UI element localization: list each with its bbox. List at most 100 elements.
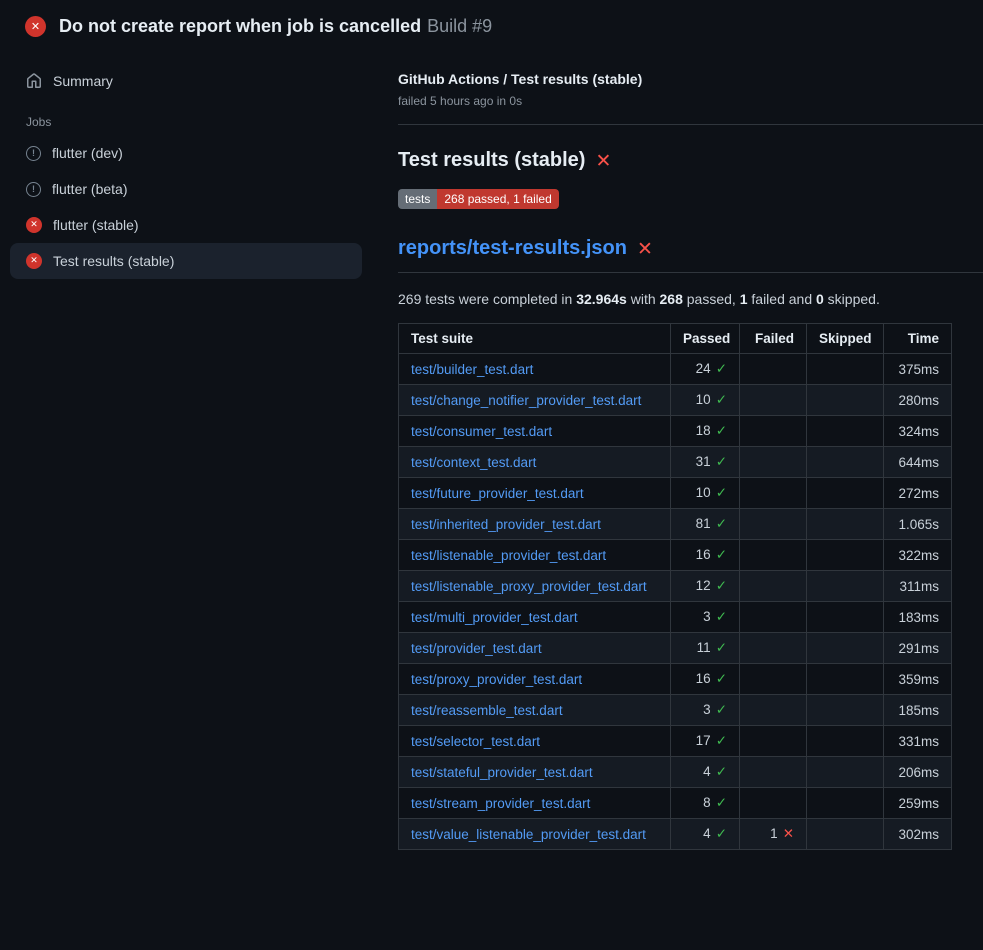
check-icon: ✓: [716, 826, 727, 842]
col-header-test-suite: Test suite: [399, 324, 671, 354]
tests-status-badge: tests 268 passed, 1 failed: [398, 189, 559, 209]
col-header-passed: Passed: [671, 324, 740, 354]
test-suite-link[interactable]: test/future_provider_test.dart: [411, 486, 584, 501]
suite-cell: test/listenable_proxy_provider_test.dart: [399, 571, 671, 602]
section-title: Test results (stable): [398, 149, 585, 172]
skipped-cell: [807, 695, 884, 726]
summary-segment: 268: [660, 291, 683, 307]
test-suite-link[interactable]: test/listenable_proxy_provider_test.dart: [411, 579, 647, 594]
failed-cell: [740, 695, 807, 726]
suite-cell: test/provider_test.dart: [399, 633, 671, 664]
passed-cell: 12✓: [671, 571, 740, 602]
test-suite-link[interactable]: test/builder_test.dart: [411, 362, 533, 377]
results-table-body: test/builder_test.dart24✓375mstest/chang…: [399, 354, 952, 850]
summary-segment: 1: [740, 291, 748, 307]
passed-cell: 10✓: [671, 385, 740, 416]
suite-cell: test/multi_provider_test.dart: [399, 602, 671, 633]
passed-cell: 16✓: [671, 664, 740, 695]
neutral-status-icon: !: [26, 146, 41, 161]
test-suite-link[interactable]: test/stateful_provider_test.dart: [411, 765, 593, 780]
test-suite-link[interactable]: test/provider_test.dart: [411, 641, 542, 656]
failed-cell: [740, 354, 807, 385]
test-suite-link[interactable]: test/reassemble_test.dart: [411, 703, 563, 718]
test-suite-link[interactable]: test/value_listenable_provider_test.dart: [411, 827, 646, 842]
table-row: test/stream_provider_test.dart8✓259ms: [399, 788, 952, 819]
time-cell: 302ms: [884, 819, 952, 850]
passed-cell: 18✓: [671, 416, 740, 447]
test-suite-link[interactable]: test/multi_provider_test.dart: [411, 610, 578, 625]
sidebar-item-test-results-stable[interactable]: ✕ Test results (stable): [10, 243, 362, 279]
table-row: test/stateful_provider_test.dart4✓206ms: [399, 757, 952, 788]
passed-cell: 24✓: [671, 354, 740, 385]
test-suite-link[interactable]: test/context_test.dart: [411, 455, 536, 470]
test-suite-link[interactable]: test/change_notifier_provider_test.dart: [411, 393, 641, 408]
test-suite-link[interactable]: test/consumer_test.dart: [411, 424, 552, 439]
passed-cell: 11✓: [671, 633, 740, 664]
failed-cell: [740, 571, 807, 602]
check-icon: ✓: [716, 454, 727, 470]
table-row: test/context_test.dart31✓644ms: [399, 447, 952, 478]
table-row: test/provider_test.dart 11✓ 291ms: [399, 633, 952, 664]
passed-count: 81: [696, 516, 711, 531]
sidebar-item-flutter-stable[interactable]: ✕ flutter (stable): [10, 207, 362, 243]
test-suite-link[interactable]: test/stream_provider_test.dart: [411, 796, 590, 811]
check-icon: ✓: [716, 702, 727, 718]
check-icon: ✓: [716, 392, 727, 408]
report-heading: reports/test-results.json ✕: [398, 237, 983, 273]
passed-cell: 4✓: [671, 819, 740, 850]
report-file-link[interactable]: reports/test-results.json: [398, 237, 627, 260]
passed-count: 8: [703, 795, 711, 810]
x-icon: ✕: [783, 826, 794, 842]
test-suite-link[interactable]: test/listenable_provider_test.dart: [411, 548, 606, 563]
sidebar-item-summary[interactable]: Summary: [10, 63, 362, 99]
passed-count: 16: [696, 671, 711, 686]
time-cell: 183ms: [884, 602, 952, 633]
suite-cell: test/proxy_provider_test.dart: [399, 664, 671, 695]
check-icon: ✓: [716, 640, 727, 656]
time-cell: 644ms: [884, 447, 952, 478]
sidebar-item-flutter-dev[interactable]: ! flutter (dev): [10, 135, 362, 171]
passed-count: 24: [696, 361, 711, 376]
test-suite-link[interactable]: test/proxy_provider_test.dart: [411, 672, 582, 687]
summary-segment: 32.964s: [576, 291, 627, 307]
table-row: test/listenable_provider_test.dart 16✓ 322…: [399, 540, 952, 571]
passed-count: 17: [696, 733, 711, 748]
passed-cell: 4✓: [671, 757, 740, 788]
skipped-cell: [807, 726, 884, 757]
sidebar-item-flutter-beta[interactable]: ! flutter (beta): [10, 171, 362, 207]
passed-count: 3: [703, 702, 711, 717]
table-row: test/builder_test.dart24✓375ms: [399, 354, 952, 385]
check-icon: ✓: [716, 795, 727, 811]
page-header: ✕ Do not create report when job is cance…: [0, 0, 983, 49]
divider: [398, 124, 983, 125]
passed-cell: 16✓: [671, 540, 740, 571]
suite-cell: test/future_provider_test.dart: [399, 478, 671, 509]
test-suite-link[interactable]: test/selector_test.dart: [411, 734, 540, 749]
failed-cell: [740, 478, 807, 509]
suite-cell: test/stream_provider_test.dart: [399, 788, 671, 819]
table-row: test/reassemble_test.dart3✓185ms: [399, 695, 952, 726]
failed-cell: [740, 726, 807, 757]
passed-cell: 10✓: [671, 478, 740, 509]
badge-value: 268 passed, 1 failed: [437, 189, 558, 209]
time-cell: 322ms: [884, 540, 952, 571]
table-row: test/inherited_provider_test.dart81✓1.06…: [399, 509, 952, 540]
failed-status-icon: ✕: [26, 253, 42, 269]
skipped-cell: [807, 540, 884, 571]
skipped-cell: [807, 633, 884, 664]
passed-count: 12: [696, 578, 711, 593]
time-cell: 291ms: [884, 633, 952, 664]
test-suite-link[interactable]: test/inherited_provider_test.dart: [411, 517, 601, 532]
check-icon: ✓: [716, 609, 727, 625]
passed-count: 16: [696, 547, 711, 562]
passed-count: 4: [703, 764, 711, 779]
suite-cell: test/builder_test.dart: [399, 354, 671, 385]
section-heading: Test results (stable) ✕: [398, 149, 951, 172]
table-row: test/listenable_proxy_provider_test.dart…: [399, 571, 952, 602]
failed-cell: [740, 540, 807, 571]
passed-cell: 3✓: [671, 602, 740, 633]
failed-count: 1: [770, 826, 778, 841]
table-header-row: Test suite Passed Failed Skipped Time: [399, 324, 952, 354]
summary-segment: 269 tests were completed in: [398, 291, 576, 307]
page-layout: Summary Jobs ! flutter (dev) ! flutter (…: [0, 49, 983, 850]
